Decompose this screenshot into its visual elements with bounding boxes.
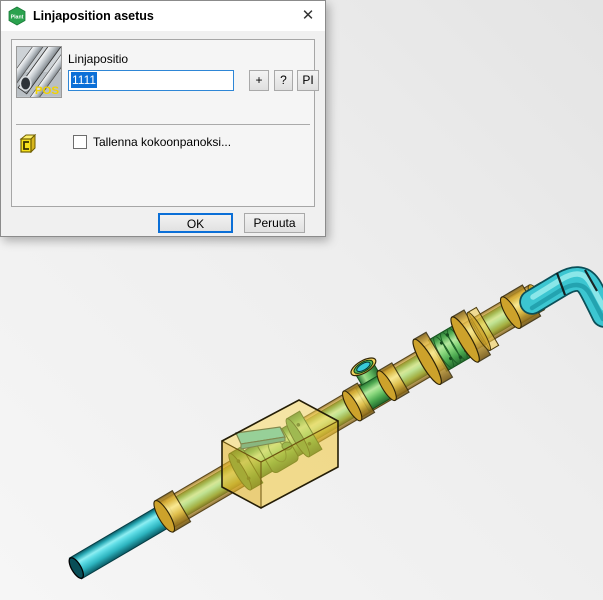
dialog-title: Linjaposition asetus bbox=[33, 1, 154, 31]
pos-icon: POS bbox=[16, 46, 62, 98]
checkbox-label: Tallenna kokoonpanoksi... bbox=[93, 135, 231, 149]
input-selected-text: 1111 bbox=[71, 72, 97, 88]
pi-button[interactable]: PI bbox=[297, 70, 319, 91]
help-button[interactable]: ? bbox=[274, 70, 293, 91]
linjaposition-dialog: Plant Linjaposition asetus ✕ POS Linjapo… bbox=[0, 0, 326, 237]
svg-text:Plant: Plant bbox=[11, 15, 24, 21]
pipe-elbow[interactable] bbox=[532, 270, 603, 319]
separator bbox=[16, 124, 310, 125]
svg-text:POS: POS bbox=[35, 85, 60, 97]
application-window: Plant Linjaposition asetus ✕ POS Linjapo… bbox=[0, 0, 603, 600]
field-label: Linjapositio bbox=[68, 52, 128, 66]
line-position-input[interactable]: 1111 bbox=[68, 70, 234, 91]
plant-app-icon: Plant bbox=[7, 6, 27, 26]
position-groupbox: POS Linjapositio 1111 + ? PI Tallenna ko… bbox=[11, 39, 315, 207]
dialog-titlebar[interactable]: Plant Linjaposition asetus ✕ bbox=[1, 1, 325, 31]
ok-button[interactable]: OK bbox=[158, 213, 233, 233]
assembly-cube-icon bbox=[18, 134, 37, 153]
add-button[interactable]: + bbox=[249, 70, 269, 91]
close-icon[interactable]: ✕ bbox=[297, 6, 319, 26]
cancel-button[interactable]: Peruuta bbox=[244, 213, 305, 233]
valve-bounding-box[interactable] bbox=[222, 400, 338, 508]
save-as-assembly-checkbox[interactable] bbox=[73, 135, 87, 149]
